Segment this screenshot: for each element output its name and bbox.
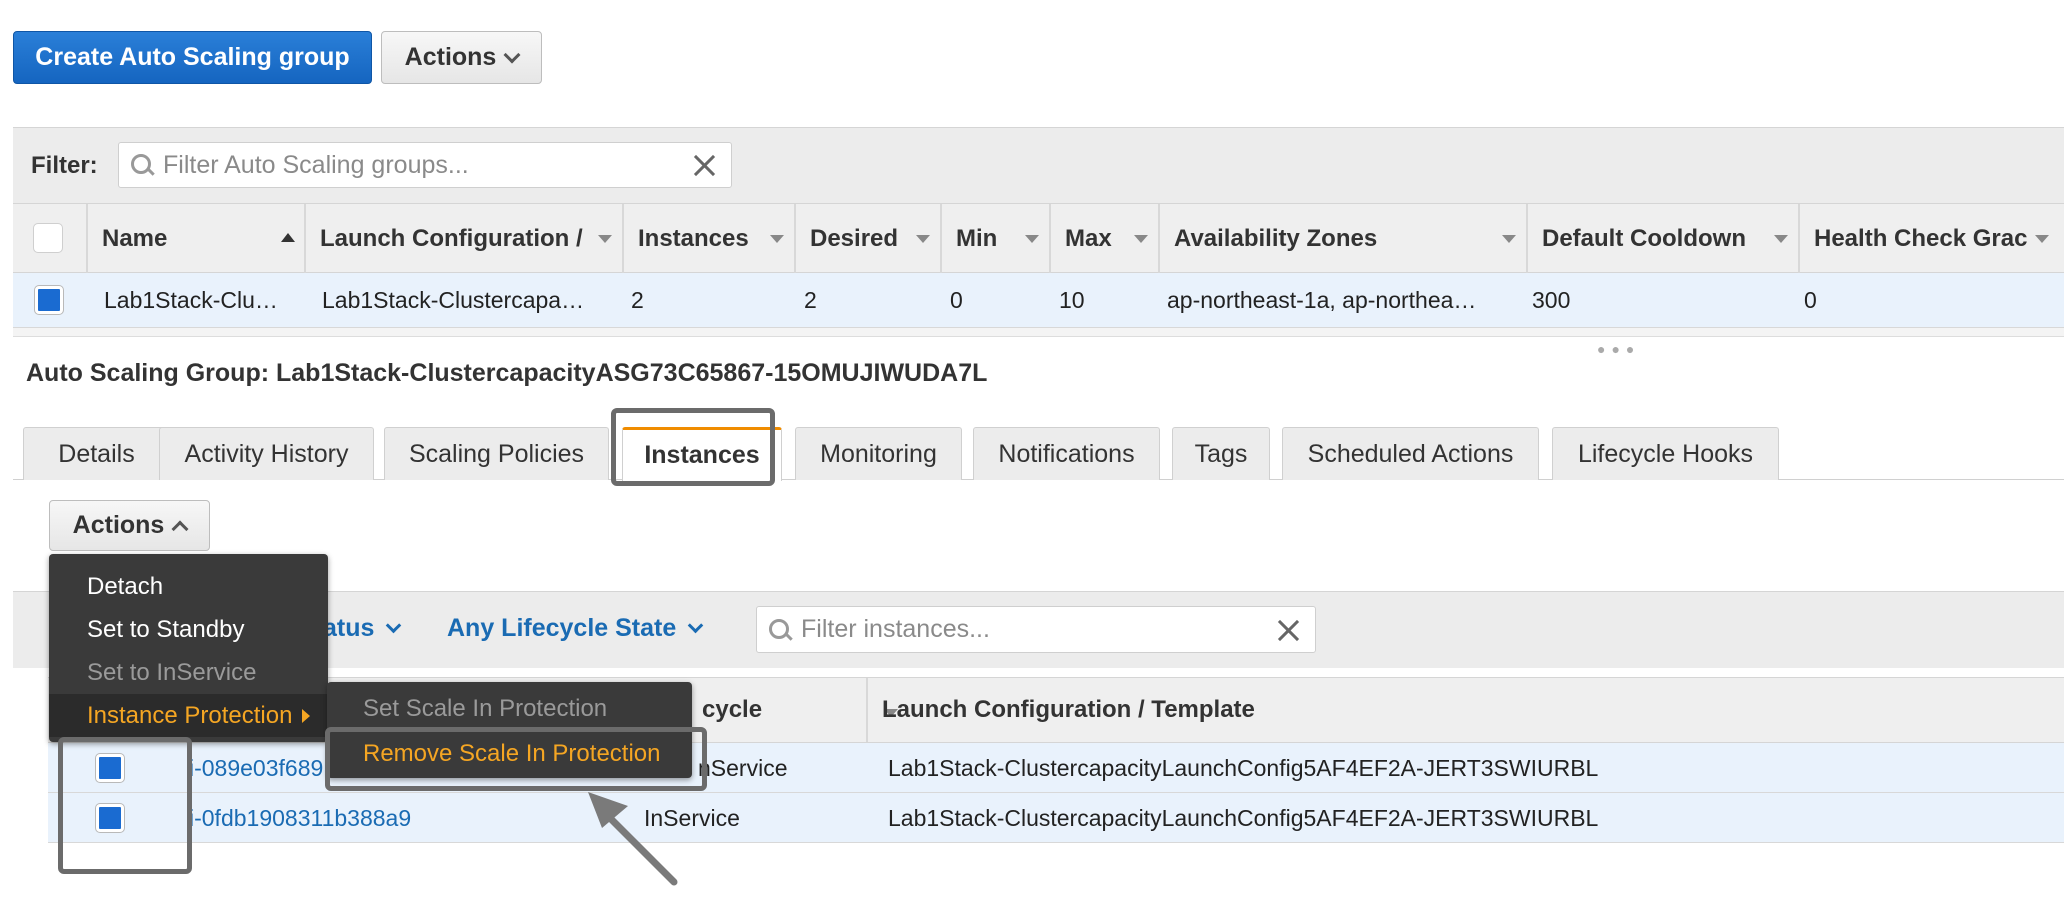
- instance-id-link[interactable]: i-0fdb1908311b388a9: [189, 793, 411, 843]
- tab-tags[interactable]: Tags: [1172, 427, 1270, 480]
- cell-max: 10: [1059, 287, 1085, 313]
- cell-name: Lab1Stack-Clu…: [104, 287, 278, 313]
- instance-launch-configuration: Lab1Stack-ClustercapacityLaunchConfig5AF…: [888, 754, 1599, 781]
- cell-availability-zones: ap-northeast-1a, ap-northea…: [1167, 287, 1477, 313]
- tab-lifecycle-hooks[interactable]: Lifecycle Hooks: [1552, 427, 1779, 480]
- actions-menu: Detach Set to Standby Set to InService I…: [49, 554, 328, 742]
- tab-activity-history[interactable]: Activity History: [159, 427, 374, 480]
- cell-default-cooldown: 300: [1532, 287, 1571, 313]
- sort-icon: [1025, 235, 1039, 243]
- annotation-arrow-icon: [588, 792, 678, 886]
- asg-title: Auto Scaling Group: Lab1Stack-Clustercap…: [26, 359, 988, 387]
- sort-icon: [916, 235, 930, 243]
- filter-groups-placeholder: Filter Auto Scaling groups...: [163, 150, 469, 179]
- column-launch-configuration-template[interactable]: Launch Configuration / Template: [866, 678, 2064, 742]
- lifecycle-state-filter[interactable]: Any Lifecycle State: [447, 614, 704, 643]
- annotation-highlight-checkboxes: [58, 737, 192, 874]
- chevron-down-icon: [503, 46, 521, 63]
- sort-icon: [1134, 235, 1148, 243]
- instance-id-link[interactable]: i-089e03f689: [189, 743, 323, 793]
- filter-instances-placeholder: Filter instances...: [801, 615, 990, 643]
- tab-monitoring[interactable]: Monitoring: [795, 427, 962, 480]
- column-max[interactable]: Max: [1049, 204, 1158, 274]
- tab-scaling-policies[interactable]: Scaling Policies: [384, 427, 609, 480]
- column-health-check-grace[interactable]: Health Check Grac: [1798, 204, 2064, 274]
- chevron-down-icon: [687, 617, 704, 634]
- chevron-up-icon: [171, 520, 189, 537]
- actions-label: Actions: [404, 43, 497, 71]
- create-auto-scaling-group-button[interactable]: Create Auto Scaling group: [13, 31, 372, 84]
- search-icon: [769, 618, 791, 641]
- resize-handle-icon[interactable]: ●●●: [1597, 341, 1640, 357]
- chevron-down-icon: [386, 617, 402, 634]
- splitter[interactable]: [13, 328, 2064, 337]
- column-name[interactable]: Name: [86, 204, 304, 274]
- tab-notifications[interactable]: Notifications: [973, 427, 1160, 480]
- menu-item-detach[interactable]: Detach: [49, 565, 328, 608]
- cell-desired: 2: [804, 287, 817, 313]
- instances-actions-button[interactable]: Actions: [49, 500, 210, 551]
- sort-icon: [1774, 235, 1788, 243]
- tab-details[interactable]: Details: [23, 427, 170, 480]
- column-desired[interactable]: Desired: [794, 204, 940, 274]
- caret-right-icon: [302, 708, 311, 723]
- clear-filter-icon[interactable]: [1277, 618, 1301, 642]
- health-status-filter[interactable]: atus: [323, 614, 402, 643]
- row-checkbox[interactable]: [35, 286, 63, 314]
- tab-scheduled-actions[interactable]: Scheduled Actions: [1282, 427, 1539, 480]
- actions-dropdown-button[interactable]: Actions: [381, 31, 542, 84]
- sort-icon: [2035, 235, 2049, 243]
- cell-instances: 2: [631, 287, 644, 313]
- sort-icon: [1502, 235, 1516, 243]
- table-row[interactable]: i-0fdb1908311b388a9 InService Lab1Stack-…: [48, 793, 2064, 843]
- instance-launch-configuration: Lab1Stack-ClustercapacityLaunchConfig5AF…: [888, 804, 1599, 831]
- menu-item-set-to-standby[interactable]: Set to Standby: [49, 608, 328, 651]
- column-default-cooldown[interactable]: Default Cooldown: [1526, 204, 1798, 274]
- instance-lifecycle: nService: [698, 754, 788, 781]
- column-launch-configuration[interactable]: Launch Configuration /: [304, 204, 622, 274]
- clear-filter-icon[interactable]: [693, 153, 717, 177]
- column-availability-zones[interactable]: Availability Zones: [1158, 204, 1526, 274]
- instances-actions-label: Actions: [72, 511, 165, 539]
- sort-icon: [770, 235, 784, 243]
- menu-item-set-to-inservice: Set to InService: [87, 658, 257, 686]
- asg-name: Lab1Stack-ClustercapacityASG73C65867-15O…: [276, 359, 988, 387]
- groups-table-header: Name Launch Configuration / Instances De…: [13, 203, 2064, 274]
- sort-ascending-icon: [281, 233, 295, 242]
- filter-label: Filter:: [31, 152, 98, 179]
- cell-health-check-grace: 0: [1804, 287, 1817, 313]
- menu-item-instance-protection[interactable]: Instance Protection: [49, 694, 328, 737]
- table-row[interactable]: Lab1Stack-Clu… Lab1Stack-Clustercapa… 2 …: [13, 273, 2064, 328]
- annotation-highlight-tab: [611, 408, 775, 486]
- column-instances[interactable]: Instances: [622, 204, 794, 274]
- search-icon: [131, 154, 153, 176]
- filter-instances-input[interactable]: Filter instances...: [756, 606, 1316, 653]
- column-min[interactable]: Min: [940, 204, 1049, 274]
- filter-groups-input[interactable]: Filter Auto Scaling groups...: [118, 142, 732, 188]
- cell-launch-configuration: Lab1Stack-Clustercapa…: [322, 287, 585, 313]
- cell-min: 0: [950, 287, 963, 313]
- select-all-checkbox[interactable]: [33, 223, 63, 253]
- filter-bar: Filter: Filter Auto Scaling groups...: [13, 127, 2064, 203]
- sort-icon: [598, 235, 612, 243]
- menu-item-set-scale-in-protection: Set Scale In Protection: [363, 695, 608, 722]
